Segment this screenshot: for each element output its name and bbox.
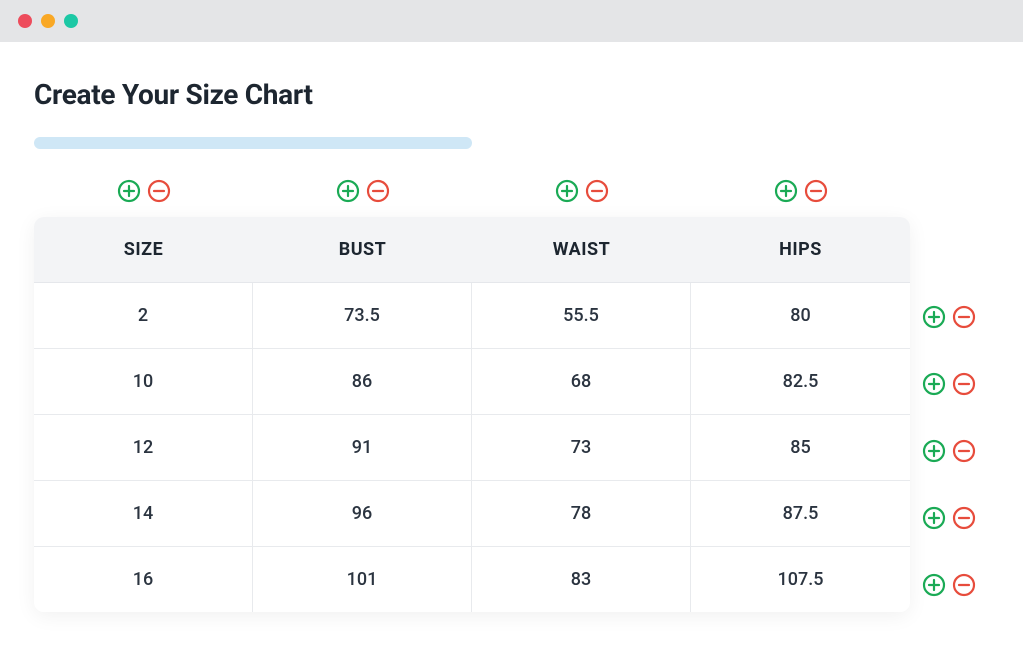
table-cell[interactable]: 87.5 — [691, 481, 910, 547]
plus-circle-icon — [336, 179, 360, 203]
row-controls — [922, 484, 976, 551]
page-content: Create Your Size Chart — [0, 42, 1023, 612]
table-header-row: SIZE BUST WAIST HIPS — [34, 217, 910, 283]
remove-row-button[interactable] — [952, 506, 976, 530]
remove-row-button[interactable] — [952, 573, 976, 597]
window-close-dot[interactable] — [18, 14, 32, 28]
add-column-button[interactable] — [555, 179, 579, 203]
table-row: 10 86 68 82.5 — [34, 349, 910, 415]
add-row-button[interactable] — [922, 305, 946, 329]
row-controls-column — [922, 217, 976, 618]
table-cell[interactable]: 82.5 — [691, 349, 910, 415]
add-row-button[interactable] — [922, 439, 946, 463]
plus-circle-icon — [117, 179, 141, 203]
table-cell[interactable]: 78 — [472, 481, 691, 547]
add-row-button[interactable] — [922, 372, 946, 396]
remove-row-button[interactable] — [952, 372, 976, 396]
remove-row-button[interactable] — [952, 439, 976, 463]
add-column-button[interactable] — [774, 179, 798, 203]
table-row: 2 73.5 55.5 80 — [34, 283, 910, 349]
table-cell[interactable]: 96 — [253, 481, 472, 547]
row-controls — [922, 417, 976, 484]
column-header[interactable]: HIPS — [691, 217, 910, 283]
minus-circle-icon — [952, 305, 976, 329]
plus-circle-icon — [555, 179, 579, 203]
plus-circle-icon — [922, 305, 946, 329]
table-cell[interactable]: 91 — [253, 415, 472, 481]
table-cell[interactable]: 107.5 — [691, 547, 910, 612]
row-controls — [922, 350, 976, 417]
table-cell[interactable]: 73 — [472, 415, 691, 481]
window-minimize-dot[interactable] — [41, 14, 55, 28]
row-controls — [922, 551, 976, 618]
plus-circle-icon — [774, 179, 798, 203]
window-maximize-dot[interactable] — [64, 14, 78, 28]
page-title: Create Your Size Chart — [34, 78, 989, 111]
column-controls-row — [34, 179, 989, 203]
table-container: SIZE BUST WAIST HIPS 2 73.5 55.5 80 10 — [34, 217, 989, 612]
table-cell[interactable]: 2 — [34, 283, 253, 349]
minus-circle-icon — [585, 179, 609, 203]
plus-circle-icon — [922, 573, 946, 597]
table-cell[interactable]: 55.5 — [472, 283, 691, 349]
size-chart-editor: SIZE BUST WAIST HIPS 2 73.5 55.5 80 10 — [34, 179, 989, 612]
minus-circle-icon — [147, 179, 171, 203]
remove-column-button[interactable] — [804, 179, 828, 203]
column-header[interactable]: WAIST — [472, 217, 691, 283]
minus-circle-icon — [804, 179, 828, 203]
column-controls — [472, 179, 691, 203]
plus-circle-icon — [922, 506, 946, 530]
add-column-button[interactable] — [336, 179, 360, 203]
remove-column-button[interactable] — [366, 179, 390, 203]
remove-row-button[interactable] — [952, 305, 976, 329]
plus-circle-icon — [922, 372, 946, 396]
table-cell[interactable]: 101 — [253, 547, 472, 612]
table-cell[interactable]: 68 — [472, 349, 691, 415]
column-controls — [253, 179, 472, 203]
column-controls — [34, 179, 253, 203]
column-header[interactable]: BUST — [253, 217, 472, 283]
table-cell[interactable]: 85 — [691, 415, 910, 481]
minus-circle-icon — [952, 506, 976, 530]
table-cell[interactable]: 73.5 — [253, 283, 472, 349]
size-chart-table: SIZE BUST WAIST HIPS 2 73.5 55.5 80 10 — [34, 217, 910, 612]
minus-circle-icon — [366, 179, 390, 203]
table-cell[interactable]: 86 — [253, 349, 472, 415]
table-cell[interactable]: 16 — [34, 547, 253, 612]
add-row-button[interactable] — [922, 573, 946, 597]
minus-circle-icon — [952, 372, 976, 396]
remove-column-button[interactable] — [585, 179, 609, 203]
plus-circle-icon — [922, 439, 946, 463]
table-cell[interactable]: 83 — [472, 547, 691, 612]
window-titlebar — [0, 0, 1023, 42]
table-row: 14 96 78 87.5 — [34, 481, 910, 547]
column-header[interactable]: SIZE — [34, 217, 253, 283]
table-row: 12 91 73 85 — [34, 415, 910, 481]
minus-circle-icon — [952, 573, 976, 597]
column-controls — [691, 179, 910, 203]
add-row-button[interactable] — [922, 506, 946, 530]
table-cell[interactable]: 12 — [34, 415, 253, 481]
minus-circle-icon — [952, 439, 976, 463]
table-cell[interactable]: 10 — [34, 349, 253, 415]
add-column-button[interactable] — [117, 179, 141, 203]
progress-bar — [34, 137, 472, 149]
table-cell[interactable]: 14 — [34, 481, 253, 547]
remove-column-button[interactable] — [147, 179, 171, 203]
row-controls — [922, 283, 976, 350]
table-row: 16 101 83 107.5 — [34, 547, 910, 612]
table-cell[interactable]: 80 — [691, 283, 910, 349]
